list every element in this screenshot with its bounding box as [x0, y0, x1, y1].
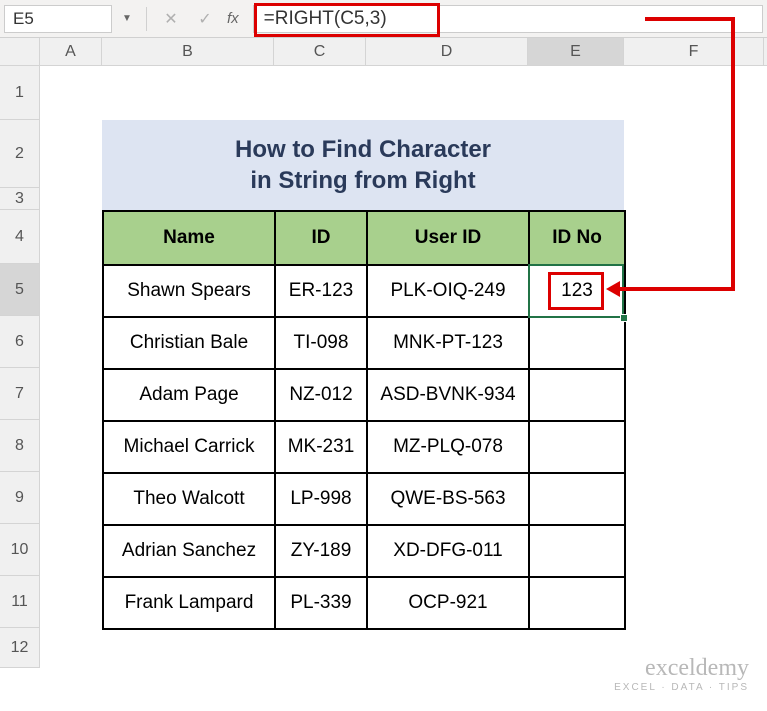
row-header-8[interactable]: 8: [0, 420, 40, 472]
select-all-corner[interactable]: [0, 38, 40, 65]
row-header-11[interactable]: 11: [0, 576, 40, 628]
cell-id[interactable]: LP-998: [275, 473, 367, 525]
formula-text: =RIGHT(C5,3): [264, 8, 387, 30]
col-header-F[interactable]: F: [624, 38, 764, 65]
cell-id[interactable]: MK-231: [275, 421, 367, 473]
table-row: Adrian SanchezZY-189XD-DFG-011: [103, 525, 625, 577]
annotation-arrow: [731, 17, 735, 289]
watermark: exceldemy EXCEL · DATA · TIPS: [614, 655, 749, 693]
table-row: Adam PageNZ-012ASD-BVNK-934: [103, 369, 625, 421]
cell-idno[interactable]: [529, 525, 625, 577]
cell-name[interactable]: Christian Bale: [103, 317, 275, 369]
cell-uid[interactable]: XD-DFG-011: [367, 525, 529, 577]
row-header-7[interactable]: 7: [0, 368, 40, 420]
banner-line1: How to Find Character: [235, 134, 491, 165]
annotation-arrow: [618, 287, 735, 291]
row-header-12[interactable]: 12: [0, 628, 40, 668]
cell-uid[interactable]: MNK-PT-123: [367, 317, 529, 369]
table-row: Theo WalcottLP-998QWE-BS-563: [103, 473, 625, 525]
table-row: Shawn SpearsER-123PLK-OIQ-249123: [103, 265, 625, 317]
title-banner: How to Find Character in String from Rig…: [102, 120, 624, 210]
row-header-6[interactable]: 6: [0, 316, 40, 368]
cell-uid[interactable]: MZ-PLQ-078: [367, 421, 529, 473]
cell-id[interactable]: PL-339: [275, 577, 367, 629]
table-row: Michael CarrickMK-231MZ-PLQ-078: [103, 421, 625, 473]
cell-uid[interactable]: PLK-OIQ-249: [367, 265, 529, 317]
header-userid[interactable]: User ID: [367, 211, 529, 265]
fill-handle[interactable]: [620, 314, 628, 322]
table-header-row: Name ID User ID ID No: [103, 211, 625, 265]
fx-icon[interactable]: fx: [227, 10, 239, 27]
cell-uid[interactable]: QWE-BS-563: [367, 473, 529, 525]
data-table: Name ID User ID ID No Shawn SpearsER-123…: [102, 210, 626, 630]
table-row: Frank LampardPL-339OCP-921: [103, 577, 625, 629]
row-header-9[interactable]: 9: [0, 472, 40, 524]
cell-id[interactable]: TI-098: [275, 317, 367, 369]
row-header-10[interactable]: 10: [0, 524, 40, 576]
cell-id[interactable]: ZY-189: [275, 525, 367, 577]
cell-idno[interactable]: [529, 369, 625, 421]
cell-idno[interactable]: [529, 421, 625, 473]
row-header-3[interactable]: 3: [0, 188, 40, 210]
watermark-tag: EXCEL · DATA · TIPS: [614, 682, 749, 693]
separator: [146, 7, 147, 31]
cell-name[interactable]: Shawn Spears: [103, 265, 275, 317]
table-row: Christian BaleTI-098MNK-PT-123: [103, 317, 625, 369]
row-header-4[interactable]: 4: [0, 210, 40, 264]
cell-idno[interactable]: [529, 473, 625, 525]
cell-name[interactable]: Theo Walcott: [103, 473, 275, 525]
row-header-5[interactable]: 5: [0, 264, 40, 316]
header-name[interactable]: Name: [103, 211, 275, 265]
name-box-dropdown[interactable]: ▼: [118, 5, 136, 33]
col-header-C[interactable]: C: [274, 38, 366, 65]
col-header-B[interactable]: B: [102, 38, 274, 65]
cell-name[interactable]: Adam Page: [103, 369, 275, 421]
column-headers: A B C D E F: [0, 38, 767, 66]
cell-idno[interactable]: [529, 317, 625, 369]
enter-icon[interactable]: ✓: [191, 5, 219, 33]
col-header-A[interactable]: A: [40, 38, 102, 65]
spreadsheet-grid: A B C D E F 1 2 3 4 5 6 7 8 9 10 11 12 H…: [0, 38, 767, 668]
cancel-icon[interactable]: ✕: [157, 5, 185, 33]
cell-uid[interactable]: ASD-BVNK-934: [367, 369, 529, 421]
row-header-1[interactable]: 1: [0, 66, 40, 120]
col-header-D[interactable]: D: [366, 38, 528, 65]
col-header-E[interactable]: E: [528, 38, 624, 65]
cell-idno[interactable]: [529, 577, 625, 629]
cell-uid[interactable]: OCP-921: [367, 577, 529, 629]
row-headers: 1 2 3 4 5 6 7 8 9 10 11 12: [0, 66, 40, 668]
sheet-cells[interactable]: How to Find Character in String from Rig…: [40, 66, 767, 668]
cell-name[interactable]: Michael Carrick: [103, 421, 275, 473]
cell-name[interactable]: Adrian Sanchez: [103, 525, 275, 577]
header-id[interactable]: ID: [275, 211, 367, 265]
watermark-brand: exceldemy: [614, 655, 749, 682]
row-header-2[interactable]: 2: [0, 120, 40, 188]
annotation-arrow: [645, 17, 735, 21]
annotation-arrow-head: [606, 281, 620, 297]
cell-id[interactable]: ER-123: [275, 265, 367, 317]
name-box[interactable]: E5: [4, 5, 112, 33]
header-idno[interactable]: ID No: [529, 211, 625, 265]
banner-line2: in String from Right: [250, 165, 475, 196]
cell-id[interactable]: NZ-012: [275, 369, 367, 421]
cell-name[interactable]: Frank Lampard: [103, 577, 275, 629]
